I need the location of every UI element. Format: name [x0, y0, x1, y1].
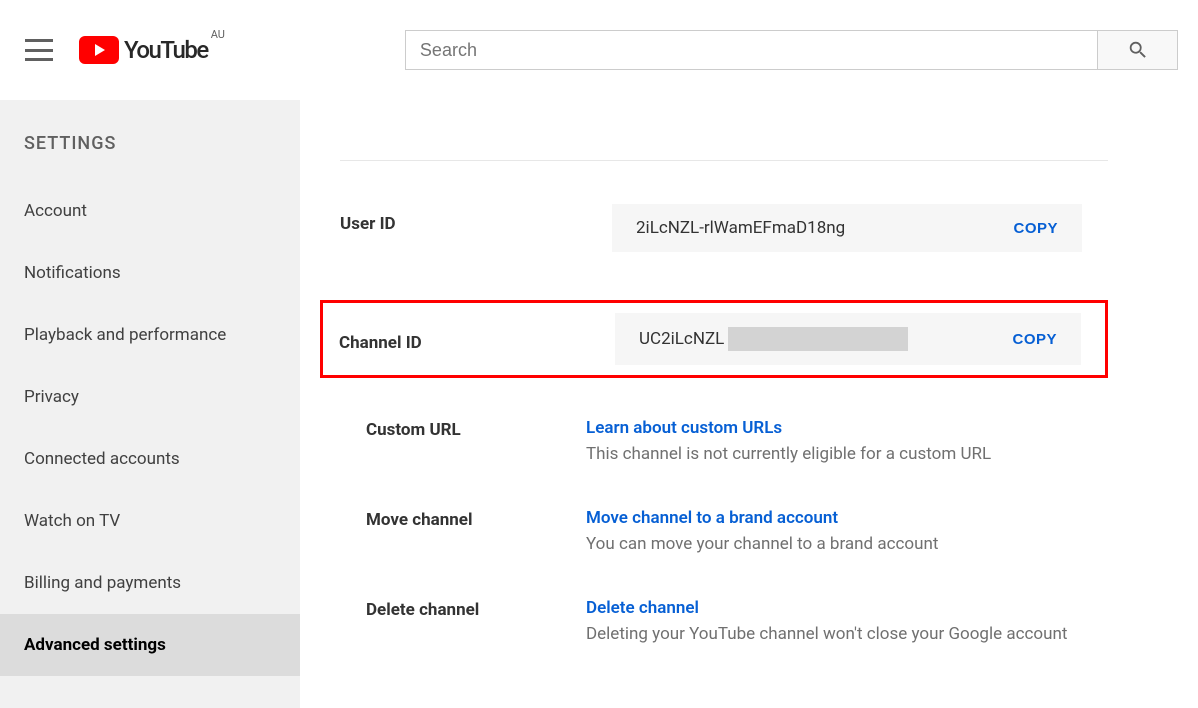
custom-url-desc: This channel is not currently eligible f…: [586, 444, 1198, 464]
delete-channel-link[interactable]: Delete channel: [586, 598, 699, 618]
search-input[interactable]: [405, 30, 1098, 70]
user-id-value: 2iLcNZL-rlWamEFmaD18ng: [636, 218, 845, 238]
sidebar-title: SETTINGS: [0, 115, 300, 180]
move-channel-desc: You can move your channel to a brand acc…: [586, 534, 1198, 554]
move-channel-label: Move channel: [340, 508, 586, 530]
sidebar-item-connected-accounts[interactable]: Connected accounts: [0, 428, 300, 490]
search-icon: [1127, 39, 1149, 61]
user-id-label: User ID: [340, 204, 612, 234]
copy-channel-id-button[interactable]: COPY: [1012, 331, 1057, 348]
sidebar-item-advanced-settings[interactable]: Advanced settings: [0, 614, 300, 676]
logo[interactable]: YouTube AU: [79, 36, 225, 64]
sidebar-item-privacy[interactable]: Privacy: [0, 366, 300, 428]
user-id-row: User ID 2iLcNZL-rlWamEFmaD18ng COPY: [340, 204, 1198, 252]
custom-url-label: Custom URL: [340, 418, 586, 440]
user-id-value-box: 2iLcNZL-rlWamEFmaD18ng COPY: [612, 204, 1082, 252]
move-channel-row: Move channel Move channel to a brand acc…: [340, 508, 1198, 554]
copy-user-id-button[interactable]: COPY: [1013, 220, 1058, 237]
channel-id-highlight: Channel ID UC2iLcNZL COPY: [320, 300, 1108, 378]
divider: [340, 160, 1108, 161]
sidebar-item-watch-on-tv[interactable]: Watch on TV: [0, 490, 300, 552]
brand-text: YouTube: [124, 36, 208, 64]
search-bar: [405, 30, 1178, 70]
youtube-play-icon: [79, 36, 119, 64]
custom-url-row: Custom URL Learn about custom URLs This …: [340, 418, 1198, 464]
sidebar-item-notifications[interactable]: Notifications: [0, 242, 300, 304]
search-button[interactable]: [1098, 30, 1178, 70]
move-channel-link[interactable]: Move channel to a brand account: [586, 508, 838, 528]
channel-id-value-box: UC2iLcNZL COPY: [615, 313, 1081, 365]
sidebar: SETTINGS Account Notifications Playback …: [0, 100, 300, 708]
custom-url-link[interactable]: Learn about custom URLs: [586, 418, 782, 438]
channel-id-prefix: UC2iLcNZL: [639, 329, 724, 349]
sidebar-item-playback[interactable]: Playback and performance: [0, 304, 300, 366]
channel-id-value: UC2iLcNZL: [639, 327, 908, 351]
sidebar-item-billing[interactable]: Billing and payments: [0, 552, 300, 614]
sidebar-item-account[interactable]: Account: [0, 180, 300, 242]
delete-channel-desc: Deleting your YouTube channel won't clos…: [586, 624, 1198, 644]
content: User ID 2iLcNZL-rlWamEFmaD18ng COPY Chan…: [300, 100, 1198, 708]
topbar: YouTube AU: [0, 0, 1198, 100]
delete-channel-label: Delete channel: [340, 598, 586, 620]
delete-channel-row: Delete channel Delete channel Deleting y…: [340, 598, 1198, 644]
channel-id-label: Channel ID: [339, 325, 615, 353]
channel-id-redacted: [728, 327, 908, 351]
hamburger-menu-icon[interactable]: [25, 39, 53, 61]
region-tag: AU: [211, 28, 225, 41]
